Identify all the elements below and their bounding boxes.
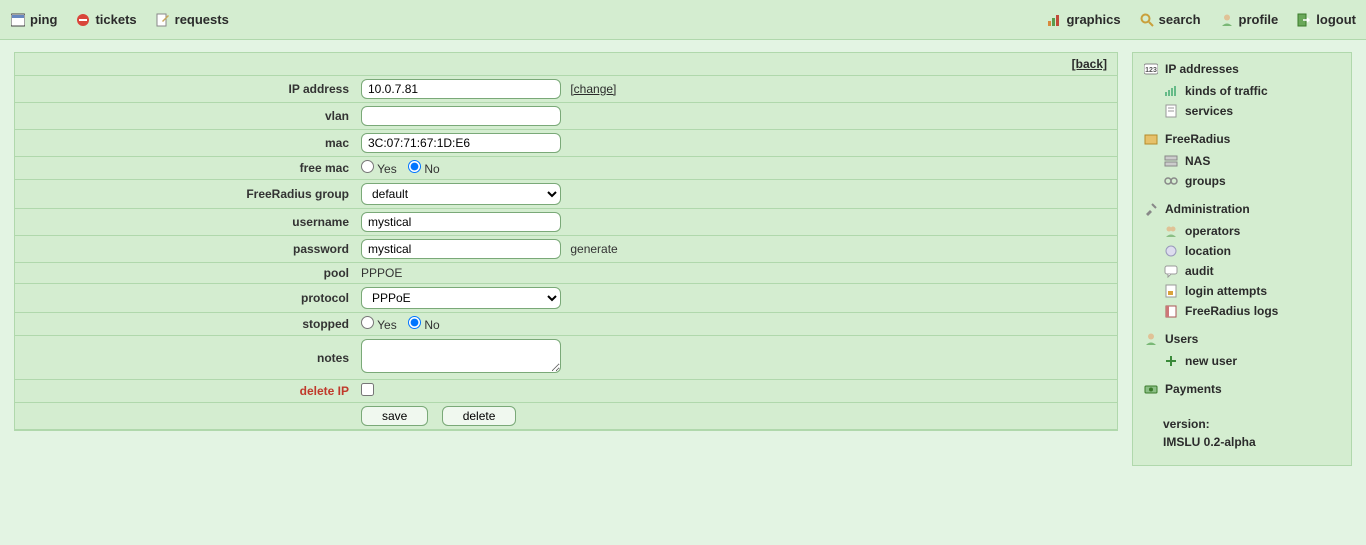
user-icon <box>1219 12 1235 28</box>
stopped-label: stopped <box>15 313 355 336</box>
free-mac-no[interactable]: No <box>408 162 440 176</box>
terminal-icon <box>10 12 26 28</box>
side-nas[interactable]: NAS <box>1163 151 1341 171</box>
file-icon <box>1163 103 1179 119</box>
signal-icon <box>1163 83 1179 99</box>
mac-input[interactable] <box>361 133 561 153</box>
book-icon <box>1163 303 1179 319</box>
pool-label: pool <box>15 263 355 284</box>
money-icon <box>1143 381 1159 397</box>
ip-edit-panel: [back] IP address [change] vlan mac <box>14 52 1118 431</box>
side-audit[interactable]: audit <box>1163 261 1341 281</box>
box-gear-icon <box>1143 131 1159 147</box>
username-input[interactable] <box>361 212 561 232</box>
free-mac-label: free mac <box>15 157 355 180</box>
protocol-label: protocol <box>15 284 355 313</box>
protocol-select[interactable]: PPPoE <box>361 287 561 309</box>
svg-text:123: 123 <box>1145 67 1157 74</box>
side-kinds-of-traffic[interactable]: kinds of traffic <box>1163 81 1341 101</box>
back-link[interactable]: [back] <box>1072 57 1107 71</box>
password-input[interactable] <box>361 239 561 259</box>
link-icon <box>1163 173 1179 189</box>
vlan-input[interactable] <box>361 106 561 126</box>
no-entry-icon <box>75 12 91 28</box>
nav-logout[interactable]: logout <box>1296 12 1356 28</box>
exit-icon <box>1296 12 1312 28</box>
chat-icon <box>1163 263 1179 279</box>
generate-link[interactable]: generate <box>570 242 617 256</box>
version-block: version: IMSLU 0.2-alpha <box>1163 415 1341 451</box>
server-icon <box>1163 153 1179 169</box>
side-freeradius-logs[interactable]: FreeRadius logs <box>1163 301 1341 321</box>
side-services[interactable]: services <box>1163 101 1341 121</box>
notes-label: notes <box>15 336 355 380</box>
side-administration[interactable]: Administration <box>1143 201 1341 217</box>
stopped-no[interactable]: No <box>408 318 440 332</box>
side-freeradius[interactable]: FreeRadius <box>1143 131 1341 147</box>
top-nav-left: ping tickets requests <box>10 12 229 28</box>
side-login-attempts[interactable]: login attempts <box>1163 281 1341 301</box>
side-menu: 123 IP addresses kinds of traffic servic… <box>1132 52 1352 466</box>
top-navbar: ping tickets requests graphics search pr… <box>0 0 1366 40</box>
delete-ip-checkbox[interactable] <box>361 383 374 396</box>
side-users[interactable]: Users <box>1143 331 1341 347</box>
ip-address-input[interactable] <box>361 79 561 99</box>
save-button[interactable]: save <box>361 406 428 426</box>
ip-address-label: IP address <box>15 76 355 103</box>
side-payments[interactable]: Payments <box>1143 381 1341 397</box>
stopped-yes[interactable]: Yes <box>361 318 397 332</box>
password-label: password <box>15 236 355 263</box>
mac-label: mac <box>15 130 355 157</box>
notes-textarea[interactable] <box>361 339 561 373</box>
side-ip-addresses[interactable]: 123 IP addresses <box>1143 61 1341 77</box>
document-edit-icon <box>155 12 171 28</box>
log-lock-icon <box>1163 283 1179 299</box>
search-icon <box>1139 12 1155 28</box>
username-label: username <box>15 209 355 236</box>
globe-icon <box>1163 243 1179 259</box>
fr-group-label: FreeRadius group <box>15 180 355 209</box>
nav-ping[interactable]: ping <box>10 12 57 28</box>
nav-profile[interactable]: profile <box>1219 12 1279 28</box>
side-operators[interactable]: operators <box>1163 221 1341 241</box>
side-location[interactable]: location <box>1163 241 1341 261</box>
side-new-user[interactable]: new user <box>1163 351 1341 371</box>
delete-button[interactable]: delete <box>442 406 517 426</box>
delete-ip-label: delete IP <box>15 380 355 403</box>
plus-icon <box>1163 353 1179 369</box>
side-groups[interactable]: groups <box>1163 171 1341 191</box>
fr-group-select[interactable]: default <box>361 183 561 205</box>
free-mac-yes[interactable]: Yes <box>361 162 397 176</box>
tools-icon <box>1143 201 1159 217</box>
change-link[interactable]: [change] <box>570 82 616 96</box>
chart-icon <box>1046 12 1062 28</box>
ip-badge-icon: 123 <box>1143 61 1159 77</box>
top-nav-right: graphics search profile logout <box>1046 12 1356 28</box>
users-icon <box>1163 223 1179 239</box>
pool-value: PPPOE <box>355 263 1117 284</box>
vlan-label: vlan <box>15 103 355 130</box>
nav-graphics[interactable]: graphics <box>1046 12 1120 28</box>
nav-requests[interactable]: requests <box>155 12 229 28</box>
user-single-icon <box>1143 331 1159 347</box>
nav-search[interactable]: search <box>1139 12 1201 28</box>
nav-tickets[interactable]: tickets <box>75 12 136 28</box>
